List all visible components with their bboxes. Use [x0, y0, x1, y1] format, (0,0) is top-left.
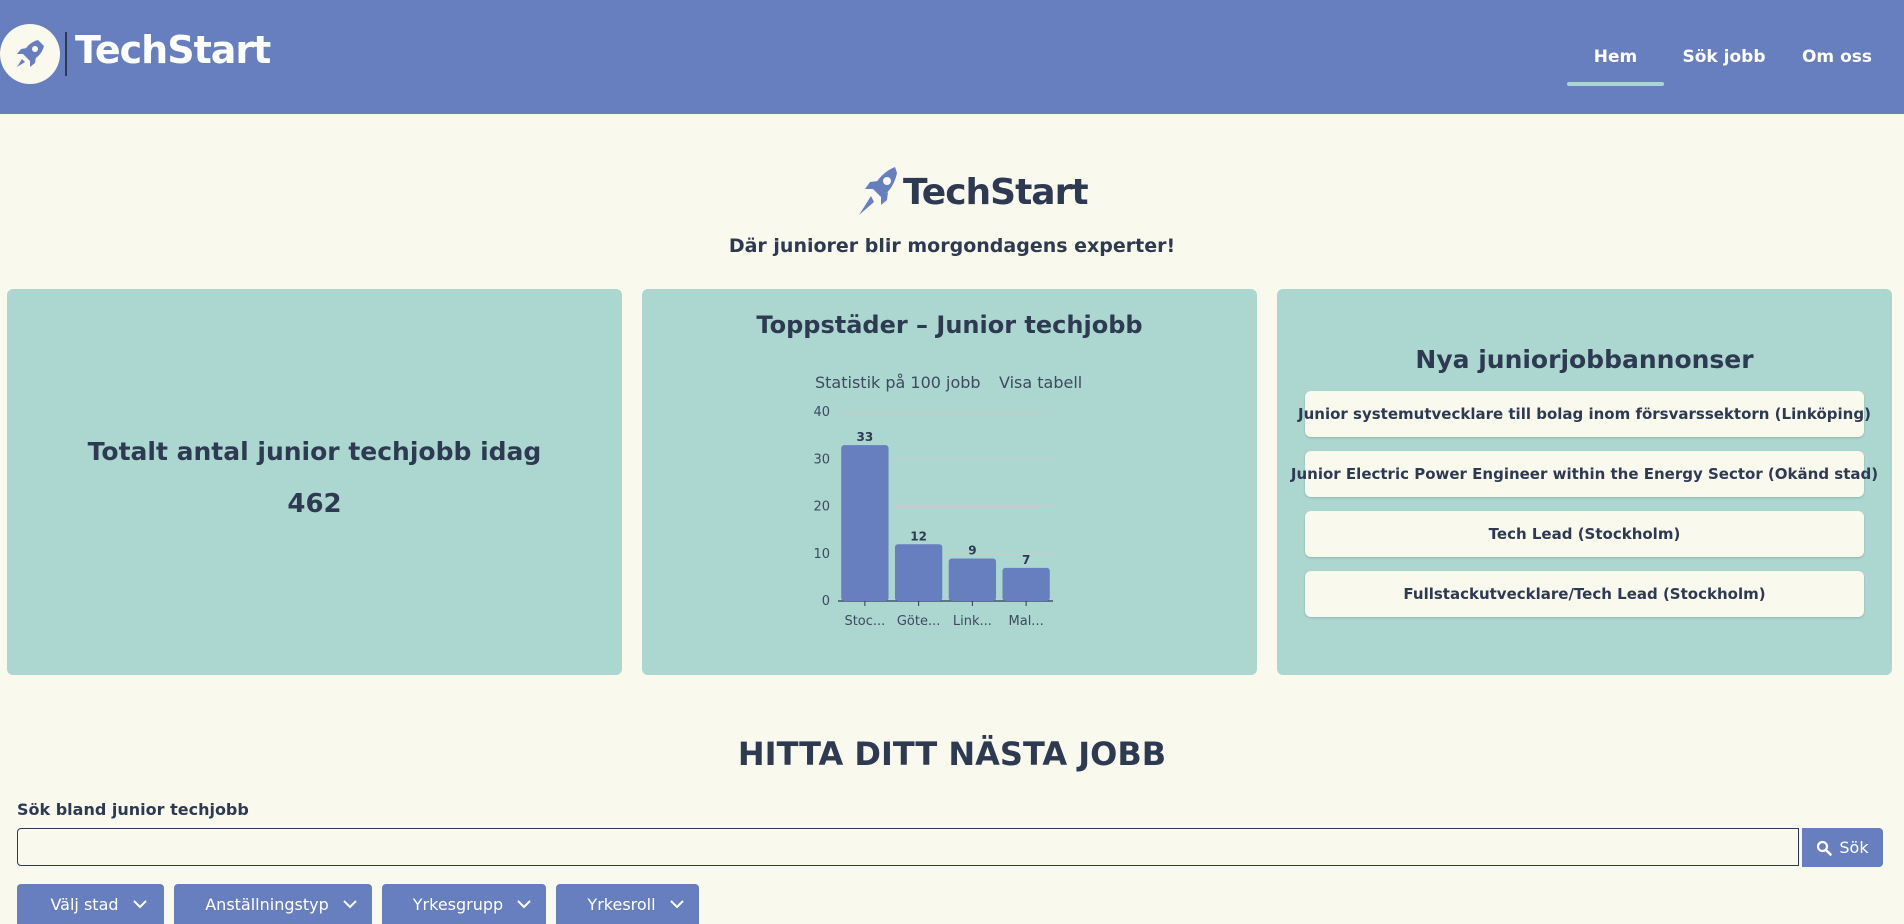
job-listing-item[interactable]: Tech Lead (Stockholm)	[1305, 511, 1864, 557]
job-listing-item[interactable]: Junior systemutvecklare till bolag inom …	[1298, 391, 1871, 437]
bar-value-label: 7	[1022, 553, 1030, 567]
brand-name[interactable]: TechStart	[75, 28, 271, 72]
bar-value-label: 33	[857, 430, 874, 444]
job-list: Junior systemutvecklare till bolag inom …	[1291, 391, 1878, 631]
search-icon	[1817, 840, 1833, 856]
bar	[894, 544, 943, 601]
bar	[841, 445, 889, 601]
employment-type-filter-dropdown[interactable]: Anställningstyp	[174, 884, 372, 924]
job-listing-item[interactable]: Junior Electric Power Engineer within th…	[1291, 451, 1878, 497]
occupation-group-filter-dropdown[interactable]: Yrkesgrupp	[382, 884, 546, 924]
bar	[1002, 567, 1050, 601]
total-jobs-value: 462	[287, 489, 342, 519]
occupation-role-filter-dropdown[interactable]: Yrkesroll	[556, 884, 699, 924]
nav-item-om-oss[interactable]: Om oss	[1782, 0, 1892, 114]
y-tick-label: 10	[813, 547, 830, 562]
search-section-title: HITTA DITT NÄSTA JOBB	[737, 735, 1167, 773]
logo-badge[interactable]	[0, 24, 60, 84]
header-bar: TechStart Hem Sök jobb Om oss	[0, 0, 1904, 114]
bar-value-label: 12	[910, 529, 927, 543]
search-input[interactable]	[17, 828, 1799, 866]
bar-chart: 0 10 20 30 40 33 Stoc... 12 Göte... 9 Link... 7 Mal.…	[813, 405, 1053, 629]
rocket-icon	[17, 40, 44, 67]
y-tick-label: 20	[813, 500, 830, 515]
filter-label: Anställningstyp	[205, 894, 329, 914]
tagline: Där juniorer blir morgondagens experter!	[728, 235, 1176, 257]
hero-brand-name: TechStart	[903, 171, 1089, 213]
total-jobs-card: Totalt antal junior techjobb idag 462	[7, 289, 622, 675]
main-nav: Hem Sök jobb Om oss	[1565, 0, 1904, 114]
chevron-down-icon	[132, 899, 147, 909]
x-tick-label: Link...	[953, 614, 992, 629]
total-jobs-title: Totalt antal junior techjobb idag	[87, 437, 542, 466]
search-label: Sök bland junior techjobb	[17, 800, 249, 819]
hero-logo: TechStart	[855, 165, 1089, 219]
x-tick-label: Mal...	[1009, 614, 1044, 629]
nav-item-hem[interactable]: Hem	[1565, 0, 1666, 114]
y-tick-label: 0	[822, 594, 830, 609]
city-filter-dropdown[interactable]: Välj stad	[17, 884, 164, 924]
rocket-icon	[859, 167, 897, 215]
chevron-down-icon	[517, 899, 531, 909]
filter-bar: Välj stad Anställningstyp Yrkesgrupp Yrk…	[17, 884, 709, 924]
search-button-label: Sök	[1839, 838, 1869, 857]
x-tick-label: Göte...	[897, 614, 941, 629]
new-jobs-card: Nya juniorjobbannonser Junior systemutve…	[1277, 289, 1892, 675]
x-tick-label: Stoc...	[844, 614, 885, 629]
chevron-down-icon	[669, 899, 684, 909]
nav-item-sok-jobb[interactable]: Sök jobb	[1666, 0, 1782, 114]
top-cities-chart-card: Toppstäder – Junior techjobb Statistik p…	[642, 289, 1257, 675]
y-tick-label: 30	[813, 452, 830, 467]
logo-divider	[65, 32, 67, 76]
filter-label: Yrkesroll	[587, 894, 656, 914]
bar	[948, 558, 997, 601]
new-jobs-title: Nya juniorjobbannonser	[1415, 345, 1754, 374]
y-tick-label: 40	[813, 405, 830, 420]
chevron-down-icon	[343, 899, 357, 909]
filter-label: Välj stad	[50, 894, 119, 914]
job-listing-item[interactable]: Fullstackutvecklare/Tech Lead (Stockholm…	[1305, 571, 1864, 617]
filter-label: Yrkesgrupp	[412, 894, 504, 914]
bar-value-label: 9	[968, 543, 976, 557]
search-button[interactable]: Sök	[1802, 828, 1883, 867]
